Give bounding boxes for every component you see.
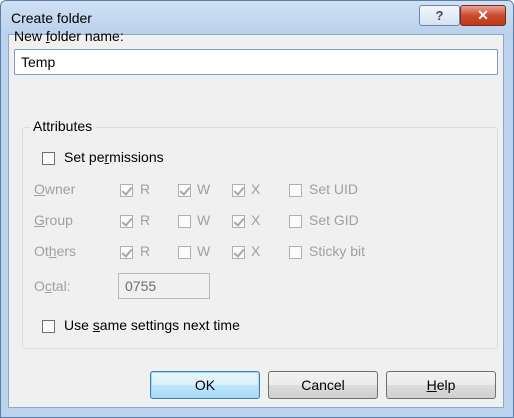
help-button-label: Help	[426, 377, 456, 393]
help-title-button[interactable]: ?	[419, 5, 460, 26]
owner-execute-label: X	[251, 181, 261, 197]
sticky-bit-checkbox[interactable]	[289, 246, 302, 259]
use-same-settings-label: Use same settings next time	[64, 317, 240, 333]
owner-write-checkbox[interactable]	[178, 184, 191, 197]
others-write-checkbox[interactable]	[178, 246, 191, 259]
set-gid-label: Set GID	[309, 212, 359, 228]
set-uid-checkbox[interactable]	[289, 184, 302, 197]
octal-label: Octal:	[34, 278, 71, 294]
others-execute-checkbox[interactable]	[232, 246, 245, 259]
attributes-group-title: Attributes	[30, 118, 96, 134]
folder-name-input[interactable]	[14, 49, 498, 75]
group-read-checkbox[interactable]	[120, 215, 133, 228]
use-same-settings-checkbox[interactable]	[42, 320, 55, 333]
owner-execute-checkbox[interactable]	[232, 184, 245, 197]
others-execute-label: X	[251, 243, 261, 259]
close-button[interactable]: ✕	[460, 5, 506, 26]
owner-read-checkbox[interactable]	[120, 184, 133, 197]
cancel-button-label: Cancel	[301, 377, 345, 393]
group-read-label: R	[140, 212, 151, 228]
group-label: Group	[34, 212, 73, 228]
others-read-checkbox[interactable]	[120, 246, 133, 259]
close-icon: ✕	[477, 7, 489, 23]
set-permissions-label: Set permissions	[64, 149, 164, 165]
others-write-label: W	[197, 243, 211, 259]
folder-name-label: New folder name:	[14, 28, 124, 44]
others-label: Others	[34, 243, 77, 259]
group-execute-checkbox[interactable]	[232, 215, 245, 228]
owner-read-label: R	[140, 181, 151, 197]
sticky-bit-label: Sticky bit	[309, 243, 366, 259]
octal-input[interactable]	[118, 273, 210, 299]
set-uid-label: Set UID	[309, 181, 359, 197]
others-read-label: R	[140, 243, 151, 259]
group-write-label: W	[197, 212, 211, 228]
set-gid-checkbox[interactable]	[289, 215, 302, 228]
help-button[interactable]: Help	[386, 371, 496, 399]
owner-write-label: W	[197, 181, 211, 197]
group-write-checkbox[interactable]	[178, 215, 191, 228]
cancel-button[interactable]: Cancel	[268, 371, 378, 399]
group-execute-label: X	[251, 212, 261, 228]
window-title: Create folder	[11, 10, 92, 26]
help-icon: ?	[435, 8, 444, 23]
ok-button[interactable]: OK	[150, 371, 260, 399]
owner-label: Owner	[34, 181, 76, 197]
ok-button-label: OK	[194, 377, 216, 393]
set-permissions-checkbox[interactable]	[42, 152, 55, 165]
